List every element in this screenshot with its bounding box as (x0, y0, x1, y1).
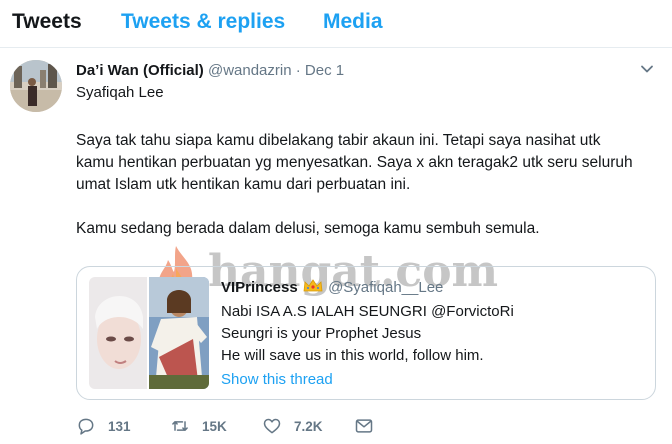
tweet-paragraph: Saya tak tahu siapa kamu dibelakang tabi… (76, 132, 633, 193)
profile-tabs: Tweets Tweets & replies Media (0, 0, 672, 48)
reply-button[interactable]: 131 (76, 416, 131, 436)
quoted-tweet-image[interactable] (89, 277, 209, 389)
crown-icon (303, 279, 323, 292)
tweet-text: Saya tak tahu siapa kamu dibelakang tabi… (76, 130, 636, 240)
tweet-date[interactable]: Dec 1 (305, 62, 344, 79)
quoted-text-line: He will save us in this world, follow hi… (221, 347, 484, 364)
reply-icon (78, 418, 94, 435)
chevron-down-icon[interactable] (640, 62, 654, 76)
retweet-count: 15K (202, 418, 227, 434)
show-thread-link[interactable]: Show this thread (221, 371, 333, 388)
author-handle[interactable]: @wandazrin (208, 62, 292, 79)
tweet-actions: 131 15K 7.2K (76, 416, 636, 438)
quoted-author-handle[interactable]: @Syafiqah__Lee (328, 279, 443, 296)
tab-tweets[interactable]: Tweets (12, 10, 82, 34)
retweet-button[interactable]: 15K (170, 416, 227, 436)
tweet-paragraph: Kamu sedang berada dalam delusi, semoga … (76, 220, 540, 237)
quoted-author-name[interactable]: VIPrincess (221, 279, 298, 296)
tab-media[interactable]: Media (323, 10, 383, 34)
tweet[interactable]: Da’i Wan (Official) @wandazrin · Dec 1 S… (0, 48, 672, 444)
tweet-header: Da’i Wan (Official) @wandazrin · Dec 1 (76, 62, 344, 79)
reply-count: 131 (108, 418, 131, 434)
separator: · (295, 62, 301, 79)
quoted-text-line: Seungri is your Prophet Jesus (221, 325, 422, 342)
like-count: 7.2K (294, 418, 323, 434)
dm-icon (355, 419, 373, 433)
quoted-tweet-header: VIPrincess @Syafiqah__Lee (221, 279, 443, 296)
quoted-text-line: Nabi ISA A.S IALAH SEUNGRI @ForvictoRi (221, 303, 514, 320)
reply-to-line: Syafiqah Lee (76, 84, 164, 101)
avatar[interactable] (10, 60, 62, 112)
like-icon (263, 418, 281, 434)
quoted-tweet[interactable]: VIPrincess @Syafiqah__Lee Nabi ISA A.S I… (76, 266, 656, 400)
tab-tweets-and-replies[interactable]: Tweets & replies (121, 10, 285, 34)
author-name[interactable]: Da’i Wan (Official) (76, 62, 204, 79)
like-button[interactable]: 7.2K (262, 416, 323, 436)
dm-button[interactable] (354, 416, 374, 436)
retweet-icon (172, 421, 188, 431)
